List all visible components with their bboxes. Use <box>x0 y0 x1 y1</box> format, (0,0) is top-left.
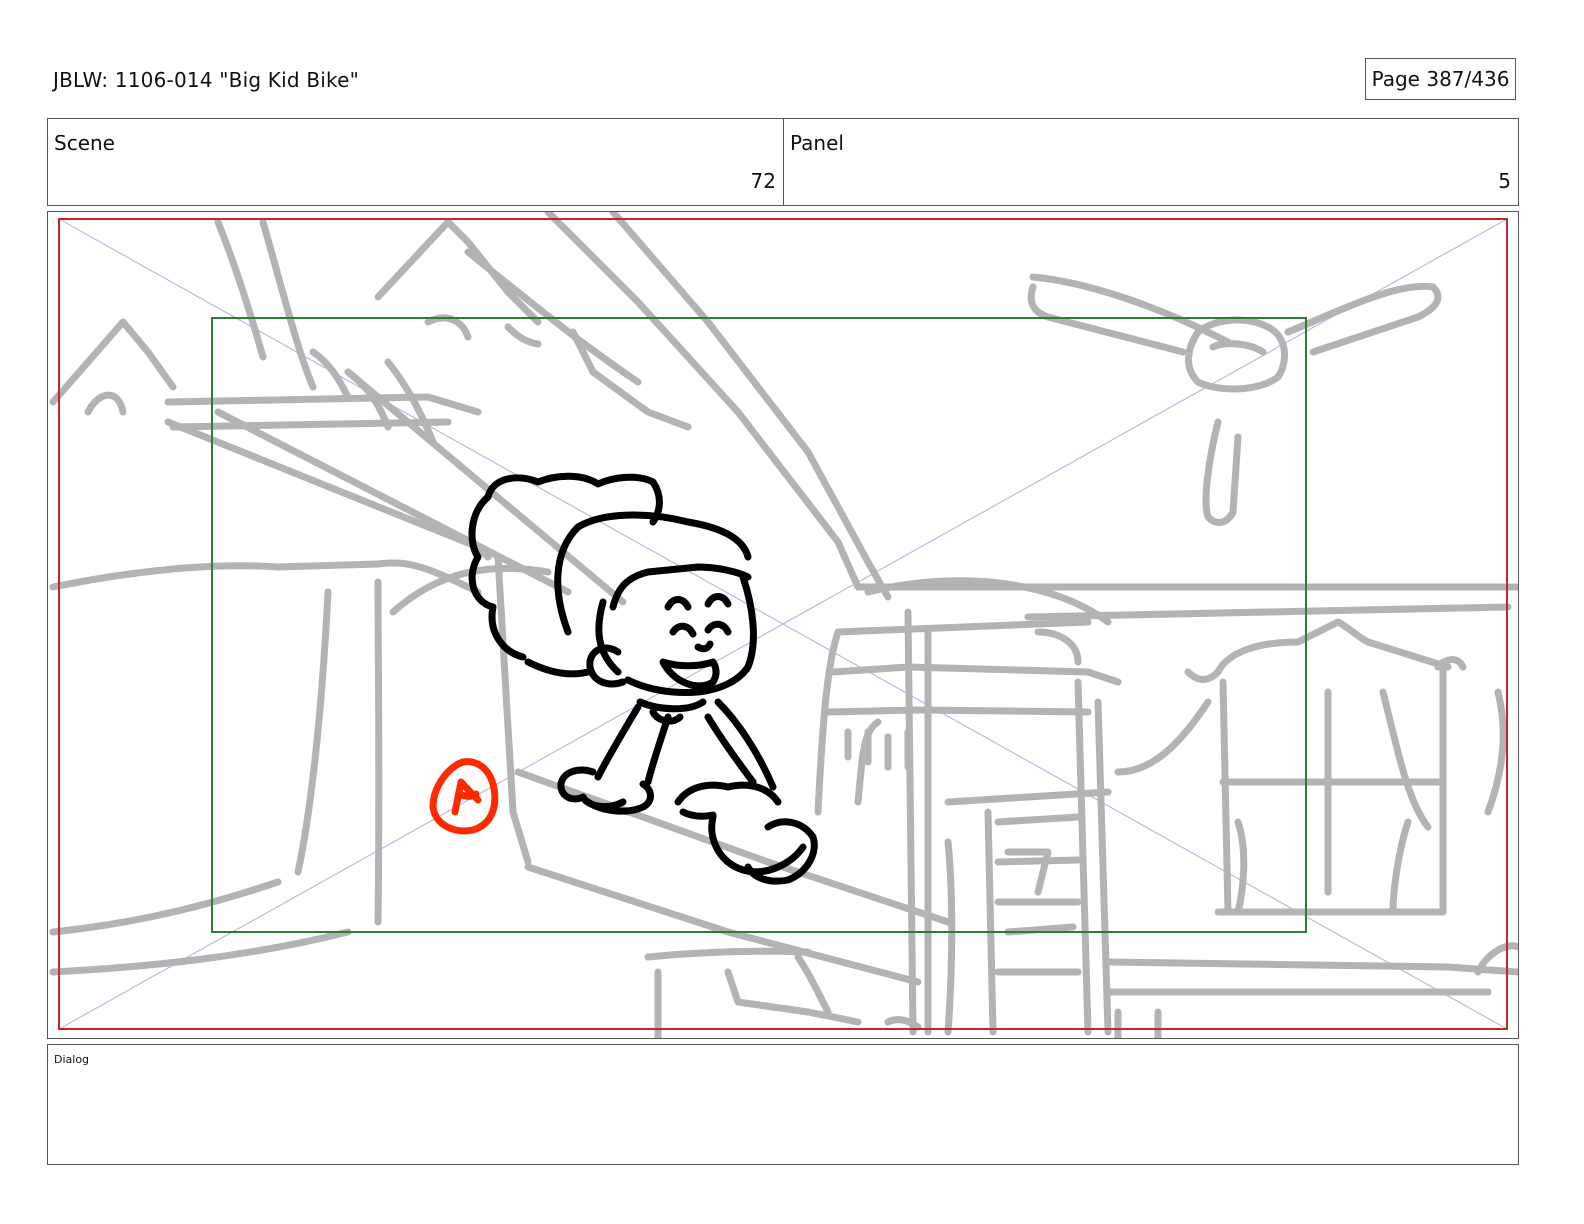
panel-number: 5 <box>1498 169 1511 193</box>
storyboard-title: JBLW: 1106-014 "Big Kid Bike" <box>53 68 359 92</box>
action-marker <box>429 758 499 835</box>
page-number: Page 387/436 <box>1365 58 1516 100</box>
scene-number: 72 <box>750 169 776 193</box>
frame-diagonals <box>58 218 1508 1030</box>
panel-cell: Panel 5 <box>784 119 1518 205</box>
scene-cell: Scene 72 <box>48 119 784 205</box>
scene-label: Scene <box>54 131 115 155</box>
panel-label: Panel <box>790 131 844 155</box>
dialog-box: Dialog <box>47 1044 1519 1165</box>
storyboard-drawing <box>49 212 1518 1038</box>
scene-panel-row: Scene 72 Panel 5 <box>47 118 1519 206</box>
storyboard-frame <box>47 211 1519 1039</box>
dialog-label: Dialog <box>54 1053 90 1066</box>
